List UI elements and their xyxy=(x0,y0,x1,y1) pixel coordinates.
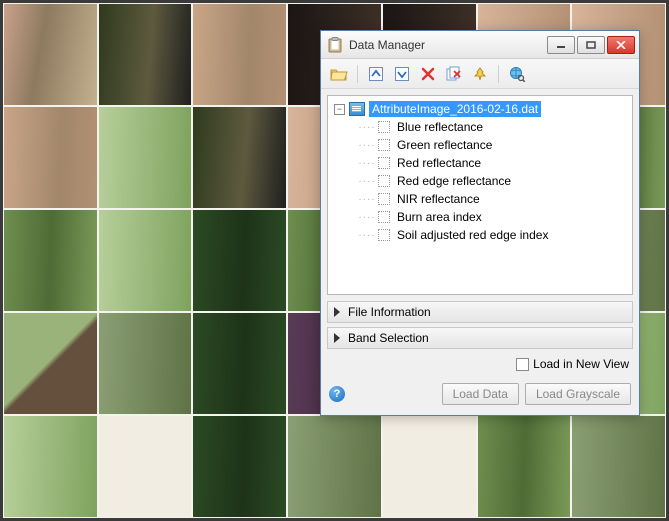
data-tree[interactable]: − AttributeImage_2016-02-16.dat ···· Blu… xyxy=(327,95,633,295)
band-checkbox[interactable] xyxy=(378,139,390,151)
window-controls xyxy=(547,36,635,54)
remove-all-icon[interactable] xyxy=(444,64,464,84)
load-grayscale-button[interactable]: Load Grayscale xyxy=(525,383,631,405)
collapse-toggle-icon[interactable]: − xyxy=(334,104,345,115)
load-data-button[interactable]: Load Data xyxy=(442,383,519,405)
separator xyxy=(357,65,358,83)
tree-item[interactable]: ···· Red edge reflectance xyxy=(360,172,628,190)
pin-icon[interactable] xyxy=(470,64,490,84)
expand-right-icon xyxy=(334,333,340,343)
help-icon[interactable]: ? xyxy=(329,386,345,402)
separator xyxy=(498,65,499,83)
tree-item-label[interactable]: Soil adjusted red edge index xyxy=(394,227,551,243)
tree-connector: ···· xyxy=(360,192,374,206)
minimize-button[interactable] xyxy=(547,36,575,54)
band-checkbox[interactable] xyxy=(378,211,390,223)
dataset-icon xyxy=(349,102,365,116)
tree-item[interactable]: ···· Burn area index xyxy=(360,208,628,226)
tree-connector: ···· xyxy=(360,174,374,188)
clipboard-icon xyxy=(327,37,343,53)
tree-item-label[interactable]: Red reflectance xyxy=(394,155,484,171)
tree-item-label[interactable]: Green reflectance xyxy=(394,137,495,153)
globe-search-icon[interactable] xyxy=(507,64,527,84)
expand-right-icon xyxy=(334,307,340,317)
toolbar xyxy=(321,59,639,89)
tree-item[interactable]: ···· Soil adjusted red edge index xyxy=(360,226,628,244)
footer: ? Load Data Load Grayscale xyxy=(321,377,639,415)
band-checkbox[interactable] xyxy=(378,121,390,133)
data-manager-window: Data Manager − xyxy=(320,30,640,416)
band-selection-section[interactable]: Band Selection xyxy=(327,327,633,349)
titlebar[interactable]: Data Manager xyxy=(321,31,639,59)
tree-item-label[interactable]: Blue reflectance xyxy=(394,119,486,135)
tree-root-label[interactable]: AttributeImage_2016-02-16.dat xyxy=(369,101,541,117)
open-folder-icon[interactable] xyxy=(329,64,349,84)
load-new-view-label: Load in New View xyxy=(533,357,629,371)
load-new-view-checkbox[interactable] xyxy=(516,358,529,371)
tree-root[interactable]: − AttributeImage_2016-02-16.dat xyxy=(334,100,628,118)
band-checkbox[interactable] xyxy=(378,193,390,205)
section-label: Band Selection xyxy=(348,331,429,345)
load-new-view-option: Load in New View xyxy=(321,353,639,377)
tree-item-label[interactable]: NIR reflectance xyxy=(394,191,483,207)
tree-connector: ···· xyxy=(360,120,374,134)
maximize-button[interactable] xyxy=(577,36,605,54)
tree-connector: ···· xyxy=(360,210,374,224)
close-button[interactable] xyxy=(607,36,635,54)
section-label: File Information xyxy=(348,305,431,319)
band-checkbox[interactable] xyxy=(378,175,390,187)
band-checkbox[interactable] xyxy=(378,229,390,241)
tree-item-label[interactable]: Red edge reflectance xyxy=(394,173,514,189)
tree-connector: ···· xyxy=(360,138,374,152)
tree-item[interactable]: ···· Red reflectance xyxy=(360,154,628,172)
tree-item[interactable]: ···· Blue reflectance xyxy=(360,118,628,136)
file-information-section[interactable]: File Information xyxy=(327,301,633,323)
delete-icon[interactable] xyxy=(418,64,438,84)
tree-item[interactable]: ···· NIR reflectance xyxy=(360,190,628,208)
collapse-up-icon[interactable] xyxy=(366,64,386,84)
window-title: Data Manager xyxy=(349,38,541,52)
tree-item-label[interactable]: Burn area index xyxy=(394,209,485,225)
tree-connector: ···· xyxy=(360,228,374,242)
expand-down-icon[interactable] xyxy=(392,64,412,84)
tree-connector: ···· xyxy=(360,156,374,170)
band-checkbox[interactable] xyxy=(378,157,390,169)
tree-item[interactable]: ···· Green reflectance xyxy=(360,136,628,154)
